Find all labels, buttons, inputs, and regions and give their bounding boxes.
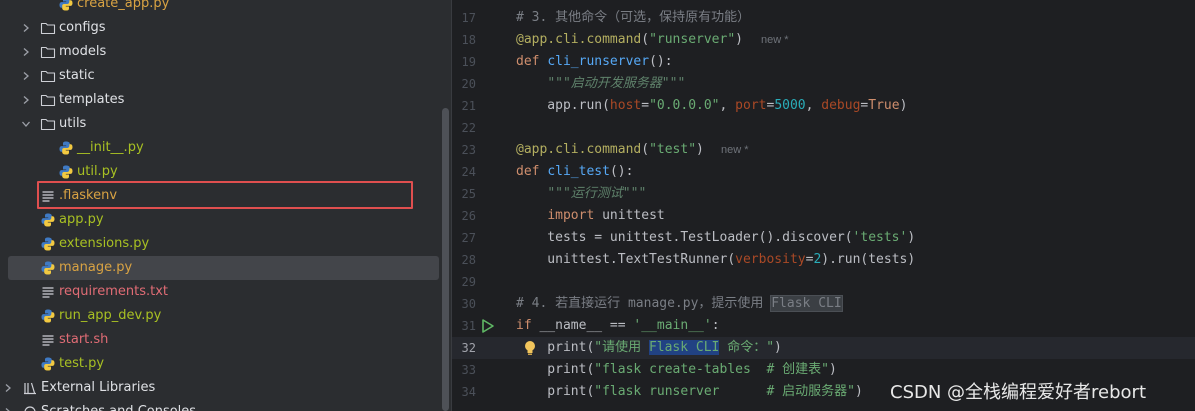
tree-item-label: models bbox=[59, 44, 107, 59]
line-number: 27 bbox=[461, 231, 476, 245]
tree-item-label: utils bbox=[59, 116, 87, 131]
code-line[interactable]: print("flask runserver # 启动服务器") bbox=[516, 381, 862, 403]
code-line[interactable]: unittest.TextTestRunner(verbosity=2).run… bbox=[516, 249, 915, 271]
python-file-icon bbox=[40, 256, 56, 280]
scrollbar-thumb[interactable] bbox=[442, 108, 449, 411]
line-number: 34 bbox=[461, 385, 476, 399]
tree-item-label: __init__.py bbox=[77, 140, 144, 155]
folder-icon bbox=[40, 16, 56, 40]
code-line[interactable]: """运行测试""" bbox=[516, 183, 646, 205]
tree-item-label: start.sh bbox=[59, 332, 109, 347]
chevron-right-icon[interactable] bbox=[2, 376, 14, 400]
folder-icon bbox=[40, 40, 56, 64]
tree-item-utils[interactable]: utils bbox=[8, 112, 439, 136]
line-number: 20 bbox=[461, 77, 476, 91]
chevron-right-icon[interactable] bbox=[20, 88, 32, 112]
tree-item-scratches-and-consoles[interactable]: Scratches and Consoles bbox=[5, 400, 439, 411]
tree-item-label: static bbox=[59, 68, 95, 83]
tree-item-label: configs bbox=[59, 20, 106, 35]
text-file-icon bbox=[40, 280, 56, 304]
code-line[interactable]: print("请使用 Flask CLI 命令：") bbox=[516, 337, 782, 359]
folder-icon bbox=[40, 112, 56, 136]
code-line[interactable]: tests = unittest.TestLoader().discover('… bbox=[516, 227, 915, 249]
code-line[interactable]: import unittest bbox=[516, 205, 664, 227]
code-line[interactable]: """启动开发服务器""" bbox=[516, 73, 685, 95]
tree-item-manage-py[interactable]: manage.py bbox=[8, 256, 439, 280]
line-number: 26 bbox=[461, 209, 476, 223]
library-icon bbox=[22, 376, 38, 400]
tree-item-label: extensions.py bbox=[59, 236, 150, 251]
tree-item-label: test.py bbox=[59, 356, 105, 371]
tree-item-models[interactable]: models bbox=[8, 40, 439, 64]
tree-item-create-app-py[interactable]: create_app.py bbox=[8, 0, 439, 16]
folder-icon bbox=[40, 64, 56, 88]
line-number: 32 bbox=[461, 341, 476, 355]
tree-item-start-sh[interactable]: start.sh bbox=[8, 328, 439, 352]
line-number: 24 bbox=[461, 165, 476, 179]
code-line[interactable]: # 3. 其他命令（可选，保持原有功能） bbox=[516, 7, 750, 29]
chevron-right-icon[interactable] bbox=[20, 16, 32, 40]
inlay-hint-new: new * bbox=[761, 34, 789, 46]
tree-item-init-py[interactable]: __init__.py bbox=[8, 136, 439, 160]
chevron-right-icon[interactable] bbox=[20, 64, 32, 88]
chevron-down-icon[interactable] bbox=[20, 112, 32, 136]
code-line[interactable]: if __name__ == '__main__': bbox=[516, 315, 720, 337]
line-number: 17 bbox=[461, 11, 476, 25]
line-number: 23 bbox=[461, 143, 476, 157]
tree-item-templates[interactable]: templates bbox=[8, 88, 439, 112]
tree-item-label: External Libraries bbox=[41, 380, 156, 395]
code-line[interactable]: print("flask create-tables # 创建表") bbox=[516, 359, 836, 381]
python-file-icon bbox=[40, 208, 56, 232]
line-number: 22 bbox=[461, 121, 476, 135]
tree-item-label: manage.py bbox=[59, 260, 133, 275]
python-file-icon bbox=[40, 352, 56, 376]
lightbulb-icon[interactable] bbox=[523, 340, 537, 356]
run-icon[interactable] bbox=[481, 318, 495, 334]
line-number: 29 bbox=[461, 275, 476, 289]
line-number: 19 bbox=[461, 55, 476, 69]
line-number: 18 bbox=[461, 33, 476, 47]
tree-item-static[interactable]: static bbox=[8, 64, 439, 88]
scratches-icon bbox=[22, 400, 38, 411]
line-number: 21 bbox=[461, 99, 476, 113]
chevron-right-icon[interactable] bbox=[2, 400, 14, 411]
tree-item-app-py[interactable]: app.py bbox=[8, 208, 439, 232]
shell-file-icon bbox=[40, 328, 56, 352]
folder-icon bbox=[40, 88, 56, 112]
code-line[interactable]: def cli_test(): bbox=[516, 161, 633, 183]
line-number: 33 bbox=[461, 363, 476, 377]
tree-item-extensions-py[interactable]: extensions.py bbox=[8, 232, 439, 256]
python-file-icon bbox=[58, 0, 74, 16]
line-number: 30 bbox=[461, 297, 476, 311]
tree-item-label: app.py bbox=[59, 212, 104, 227]
chevron-right-icon[interactable] bbox=[20, 40, 32, 64]
tree-item-external-libraries[interactable]: External Libraries bbox=[5, 376, 439, 400]
inlay-hint-new: new * bbox=[721, 144, 749, 156]
tree-item-label: templates bbox=[59, 92, 125, 107]
tree-item-label: Scratches and Consoles bbox=[41, 400, 196, 411]
tree-item-label: run_app_dev.py bbox=[59, 308, 162, 323]
code-line[interactable]: def cli_runserver(): bbox=[516, 51, 673, 73]
code-line[interactable]: app.run(host="0.0.0.0", port=5000, debug… bbox=[516, 95, 907, 117]
python-file-icon bbox=[40, 232, 56, 256]
python-file-icon bbox=[58, 136, 74, 160]
line-number: 25 bbox=[461, 187, 476, 201]
code-line[interactable]: # 4. 若直接运行 manage.py，提示使用 Flask CLI bbox=[516, 293, 843, 315]
python-file-icon bbox=[40, 304, 56, 328]
annotation-highlight-box bbox=[37, 181, 413, 209]
code-line[interactable]: @app.cli.command("test") bbox=[516, 139, 704, 161]
line-number: 31 bbox=[461, 319, 476, 333]
line-number: 28 bbox=[461, 253, 476, 267]
watermark: CSDN @全栈编程爱好者rebort bbox=[890, 382, 1147, 403]
tree-item-requirements-txt[interactable]: requirements.txt bbox=[8, 280, 439, 304]
code-line[interactable]: @app.cli.command("runserver") bbox=[516, 29, 743, 51]
tree-item-label: requirements.txt bbox=[59, 284, 169, 299]
tree-item-label: create_app.py bbox=[77, 0, 170, 11]
tree-item-test-py[interactable]: test.py bbox=[8, 352, 439, 376]
tree-item-run-app-dev-py[interactable]: run_app_dev.py bbox=[8, 304, 439, 328]
tree-item-configs[interactable]: configs bbox=[8, 16, 439, 40]
